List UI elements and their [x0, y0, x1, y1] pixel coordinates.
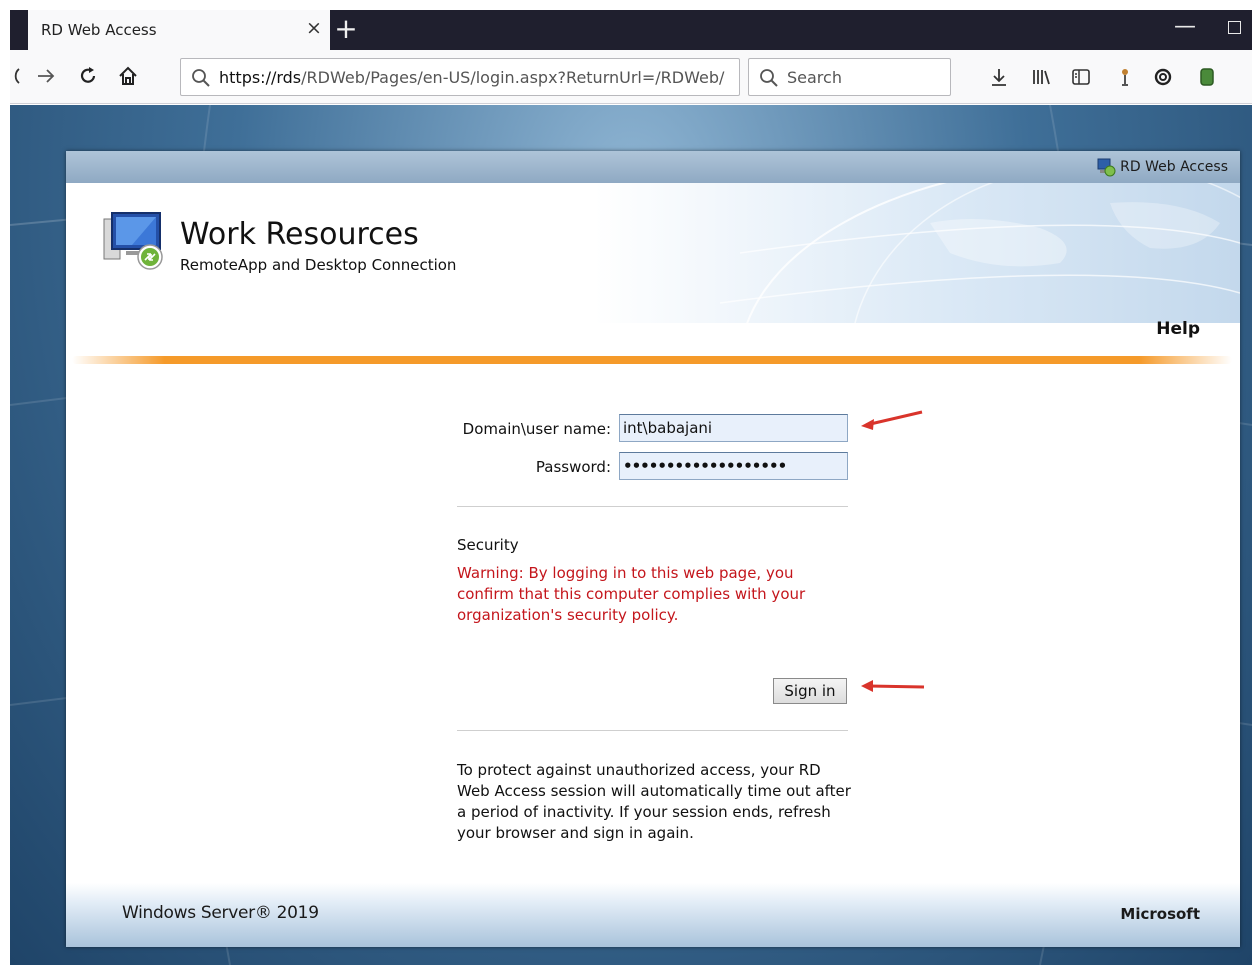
header-globe-graphic	[719, 183, 1240, 323]
home-icon[interactable]	[114, 62, 142, 90]
panel-header: Work Resources RemoteApp and Desktop Con…	[66, 183, 1240, 323]
username-label: Domain\user name:	[462, 420, 611, 438]
divider	[457, 730, 848, 731]
panel-top-strip: RD Web Access	[66, 151, 1240, 183]
download-icon[interactable]	[986, 64, 1012, 90]
tab-bar: RD Web Access × + —	[10, 10, 1252, 50]
panel-footer: Windows Server® 2019 Microsoft	[66, 883, 1240, 947]
microsoft-logo: Microsoft	[1120, 905, 1200, 923]
url-text: https://rds/RDWeb/Pages/en-US/login.aspx…	[219, 68, 724, 87]
page-title: Work Resources	[180, 217, 419, 252]
url-path: /RDWeb/Pages/en-US/login.aspx?ReturnUrl=…	[301, 68, 725, 87]
security-warning: Warning: By logging in to this web page,…	[457, 564, 806, 624]
search-placeholder: Search	[787, 68, 842, 87]
minimize-button[interactable]: —	[1170, 14, 1200, 44]
search-icon	[191, 68, 211, 92]
page-subtitle: RemoteApp and Desktop Connection	[180, 256, 457, 274]
sign-in-button[interactable]: Sign in	[773, 678, 847, 704]
windows-server-logo: Windows Server® 2019	[122, 903, 319, 923]
password-label: Password:	[535, 458, 611, 476]
security-heading: Security	[457, 536, 519, 554]
reload-icon[interactable]	[74, 62, 102, 90]
navigation-toolbar: https://rds/RDWeb/Pages/en-US/login.aspx…	[10, 50, 1252, 104]
remoteapp-icon	[102, 211, 168, 277]
extension-icon[interactable]	[1112, 64, 1138, 90]
library-icon[interactable]	[1028, 64, 1054, 90]
rd-web-access-icon	[1096, 157, 1116, 181]
tab-title: RD Web Access	[41, 21, 157, 39]
address-bar[interactable]: https://rds/RDWeb/Pages/en-US/login.aspx…	[180, 58, 740, 96]
addon-icon[interactable]	[1194, 64, 1220, 90]
login-panel: RD Web Access Work Resources RemoteApp a…	[66, 151, 1240, 947]
forward-icon[interactable]	[32, 62, 60, 90]
url-host: https://rds	[219, 68, 302, 87]
orange-divider	[72, 356, 1232, 364]
tab-close-icon[interactable]: ×	[306, 18, 322, 38]
sync-icon[interactable]	[1150, 64, 1176, 90]
password-field[interactable]: •••••••••••••••••••	[619, 452, 848, 480]
help-link[interactable]: Help	[1156, 319, 1200, 339]
browser-tab[interactable]: RD Web Access ×	[28, 10, 330, 50]
timeout-notice: To protect against unauthorized access, …	[457, 761, 851, 842]
search-input[interactable]: Search	[748, 58, 951, 96]
username-field[interactable]: int\babajani	[619, 414, 848, 442]
divider	[457, 506, 848, 507]
annotation-arrow-icon	[861, 680, 925, 692]
back-icon[interactable]	[2, 62, 30, 90]
search-icon	[759, 68, 779, 92]
sidebar-icon[interactable]	[1068, 64, 1094, 90]
maximize-button[interactable]	[1228, 21, 1241, 34]
rd-web-access-label: RD Web Access	[1120, 159, 1228, 175]
new-tab-button[interactable]: +	[330, 12, 362, 48]
annotation-arrow-icon	[861, 410, 923, 430]
